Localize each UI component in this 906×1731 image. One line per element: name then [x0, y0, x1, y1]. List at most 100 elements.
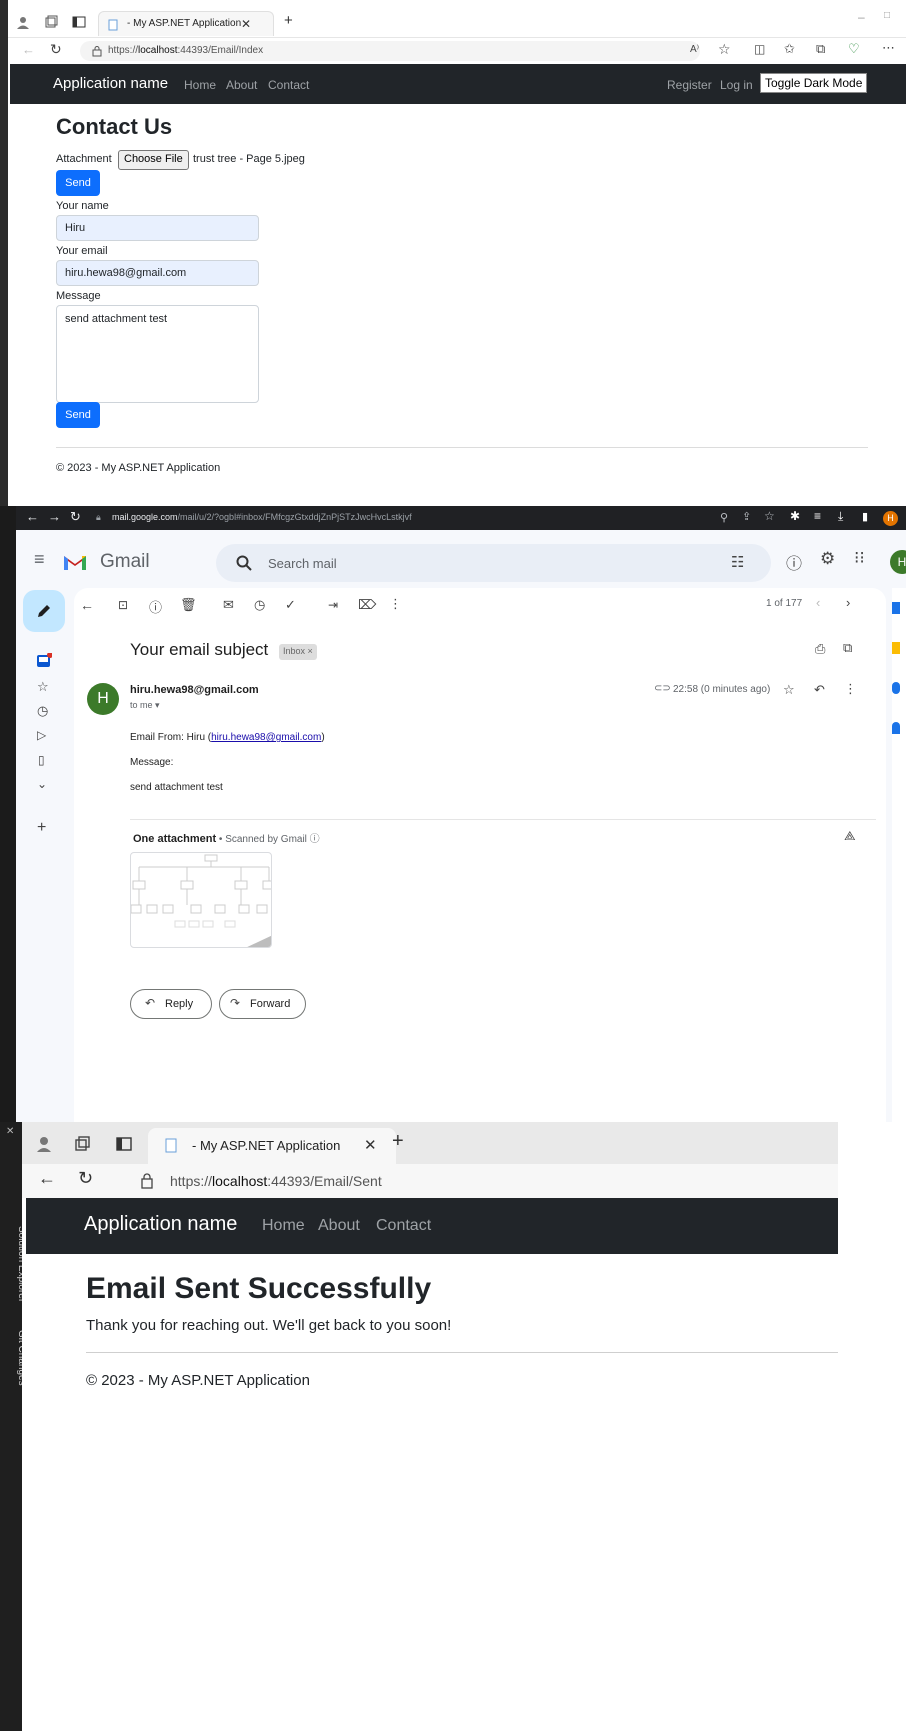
- back-icon[interactable]: ←: [22, 42, 35, 57]
- star-icon[interactable]: ☆: [783, 682, 795, 698]
- contacts-icon[interactable]: [892, 722, 900, 734]
- settings-gear-icon[interactable]: ⚙: [820, 549, 835, 569]
- close-tab-icon[interactable]: ✕: [241, 17, 251, 31]
- browser-tab[interactable]: - My ASP.NET Application ✕: [98, 11, 274, 36]
- snooze-icon[interactable]: ◷: [254, 597, 265, 613]
- maximize-icon[interactable]: □: [884, 10, 890, 21]
- tasks-icon[interactable]: [892, 682, 900, 694]
- attachment-thumbnail[interactable]: [130, 852, 272, 948]
- search-bar[interactable]: Search mail ☷: [216, 544, 771, 582]
- delete-icon[interactable]: 🗑︎: [180, 597, 197, 613]
- sender-email-link[interactable]: hiru.hewa98@gmail.com: [211, 732, 321, 743]
- collections-toolbar-icon[interactable]: ⧉: [816, 41, 825, 57]
- extensions-icon[interactable]: ✱: [790, 509, 800, 523]
- toggle-dark-mode-button[interactable]: Toggle Dark Mode: [760, 73, 868, 93]
- older-chevron-icon[interactable]: ›: [846, 595, 850, 610]
- recipient-dropdown[interactable]: to me ▾: [130, 700, 160, 711]
- main-menu-icon[interactable]: ≡: [34, 549, 45, 570]
- print-icon[interactable]: ⎙: [815, 641, 825, 657]
- nav-login[interactable]: Log in: [720, 78, 753, 92]
- collections-icon[interactable]: [74, 1136, 90, 1152]
- more-chevron-icon[interactable]: ⌄: [37, 777, 47, 791]
- profile-icon[interactable]: [16, 15, 30, 29]
- name-field[interactable]: Hiru: [56, 215, 259, 241]
- close-tab-icon[interactable]: ✕: [364, 1136, 377, 1154]
- nav-home[interactable]: Home: [184, 78, 216, 92]
- open-new-window-icon[interactable]: ⧉: [843, 640, 852, 656]
- search-options-icon[interactable]: ☷: [731, 553, 744, 571]
- more-menu-icon[interactable]: ⋯: [882, 40, 895, 56]
- archive-icon[interactable]: ⊡: [118, 598, 128, 612]
- calendar-icon[interactable]: [892, 602, 900, 614]
- forward-button[interactable]: ↷ Forward: [219, 989, 306, 1019]
- starred-icon[interactable]: ☆: [37, 679, 49, 695]
- favorite-star-icon[interactable]: ☆: [718, 41, 731, 58]
- collections-icon[interactable]: [44, 15, 58, 29]
- newer-chevron-icon[interactable]: ‹: [816, 595, 820, 610]
- back-to-inbox-icon[interactable]: ←: [80, 597, 94, 613]
- zoom-icon[interactable]: ⚲: [720, 511, 728, 524]
- add-task-icon[interactable]: ✓: [285, 597, 296, 613]
- report-spam-icon[interactable]: ⓘ: [149, 597, 162, 616]
- mark-unread-icon[interactable]: ✉︎: [223, 597, 234, 613]
- nav-contact[interactable]: Contact: [268, 78, 309, 92]
- nav-register[interactable]: Register: [667, 78, 712, 92]
- download-icon[interactable]: ⤓: [838, 509, 843, 524]
- favorites-icon[interactable]: ✩: [784, 41, 795, 57]
- back-icon[interactable]: ←: [26, 509, 39, 524]
- reply-icon[interactable]: ↶: [814, 682, 825, 698]
- nav-contact[interactable]: Contact: [376, 1217, 431, 1235]
- close-icon[interactable]: ✕: [6, 1126, 14, 1137]
- browser-tab[interactable]: - My ASP.NET Application ✕: [148, 1128, 396, 1164]
- refresh-icon[interactable]: ↻: [78, 1168, 93, 1189]
- inbox-icon[interactable]: [36, 653, 52, 669]
- more-options-icon[interactable]: ⋮: [389, 596, 402, 612]
- message-textarea[interactable]: send attachment test: [56, 305, 259, 403]
- bookmark-star-icon[interactable]: ☆: [764, 509, 775, 523]
- vertical-tabs-icon[interactable]: [116, 1136, 132, 1152]
- read-aloud-icon[interactable]: A⁾: [690, 44, 699, 55]
- account-avatar[interactable]: H: [890, 550, 906, 574]
- refresh-icon[interactable]: ↻: [70, 509, 81, 525]
- url-text[interactable]: https://localhost:44393/Email/Sent: [170, 1173, 382, 1189]
- move-to-icon[interactable]: ⇥: [328, 598, 338, 612]
- forward-icon[interactable]: →: [48, 509, 61, 524]
- search-input[interactable]: Search mail: [268, 556, 337, 571]
- nav-about[interactable]: About: [226, 78, 257, 92]
- minimize-icon[interactable]: –: [858, 10, 865, 24]
- send-button-top[interactable]: Send: [56, 170, 100, 196]
- sent-icon[interactable]: ▷: [37, 728, 46, 742]
- search-icon[interactable]: [236, 555, 252, 571]
- url-text[interactable]: mail.google.com/mail/u/2/?ogbl#inbox/FMf…: [112, 512, 412, 522]
- vertical-tabs-icon[interactable]: [72, 15, 86, 29]
- reply-button[interactable]: ↶ Reply: [130, 989, 212, 1019]
- snoozed-icon[interactable]: ◷: [37, 703, 48, 719]
- brand-link[interactable]: Application name: [84, 1213, 237, 1236]
- new-tab-icon[interactable]: +: [284, 12, 293, 29]
- browser-essentials-icon[interactable]: ♡: [848, 41, 860, 57]
- label-icon[interactable]: ⌦: [358, 597, 376, 613]
- side-panel-icon[interactable]: ▮: [862, 510, 868, 523]
- back-icon[interactable]: ←: [38, 1168, 56, 1189]
- new-tab-icon[interactable]: +: [392, 1130, 404, 1153]
- sender-avatar[interactable]: H: [87, 683, 119, 715]
- nav-about[interactable]: About: [318, 1217, 360, 1235]
- share-icon[interactable]: ⇪: [742, 510, 751, 523]
- help-icon[interactable]: ⓘ: [786, 550, 802, 574]
- sender-email[interactable]: hiru.hewa98@gmail.com: [130, 684, 259, 696]
- reading-list-icon[interactable]: ≡: [814, 509, 821, 523]
- new-label-plus-icon[interactable]: +: [37, 819, 46, 837]
- choose-file-button[interactable]: Choose File: [118, 150, 189, 170]
- chrome-profile-avatar[interactable]: H: [883, 511, 898, 526]
- drafts-icon[interactable]: ▯: [38, 753, 45, 767]
- refresh-icon[interactable]: ↻: [50, 41, 62, 58]
- compose-button[interactable]: [23, 590, 65, 632]
- send-button[interactable]: Send: [56, 402, 100, 428]
- url-bar[interactable]: https://localhost:44393/Email/Index: [80, 41, 700, 61]
- brand-link[interactable]: Application name: [53, 75, 168, 92]
- add-to-drive-icon[interactable]: ⟁: [844, 828, 856, 844]
- message-more-icon[interactable]: ⋮: [844, 681, 857, 697]
- inbox-label-badge[interactable]: Inbox ×: [279, 644, 317, 660]
- nav-home[interactable]: Home: [262, 1217, 305, 1235]
- email-field[interactable]: hiru.hewa98@gmail.com: [56, 260, 259, 286]
